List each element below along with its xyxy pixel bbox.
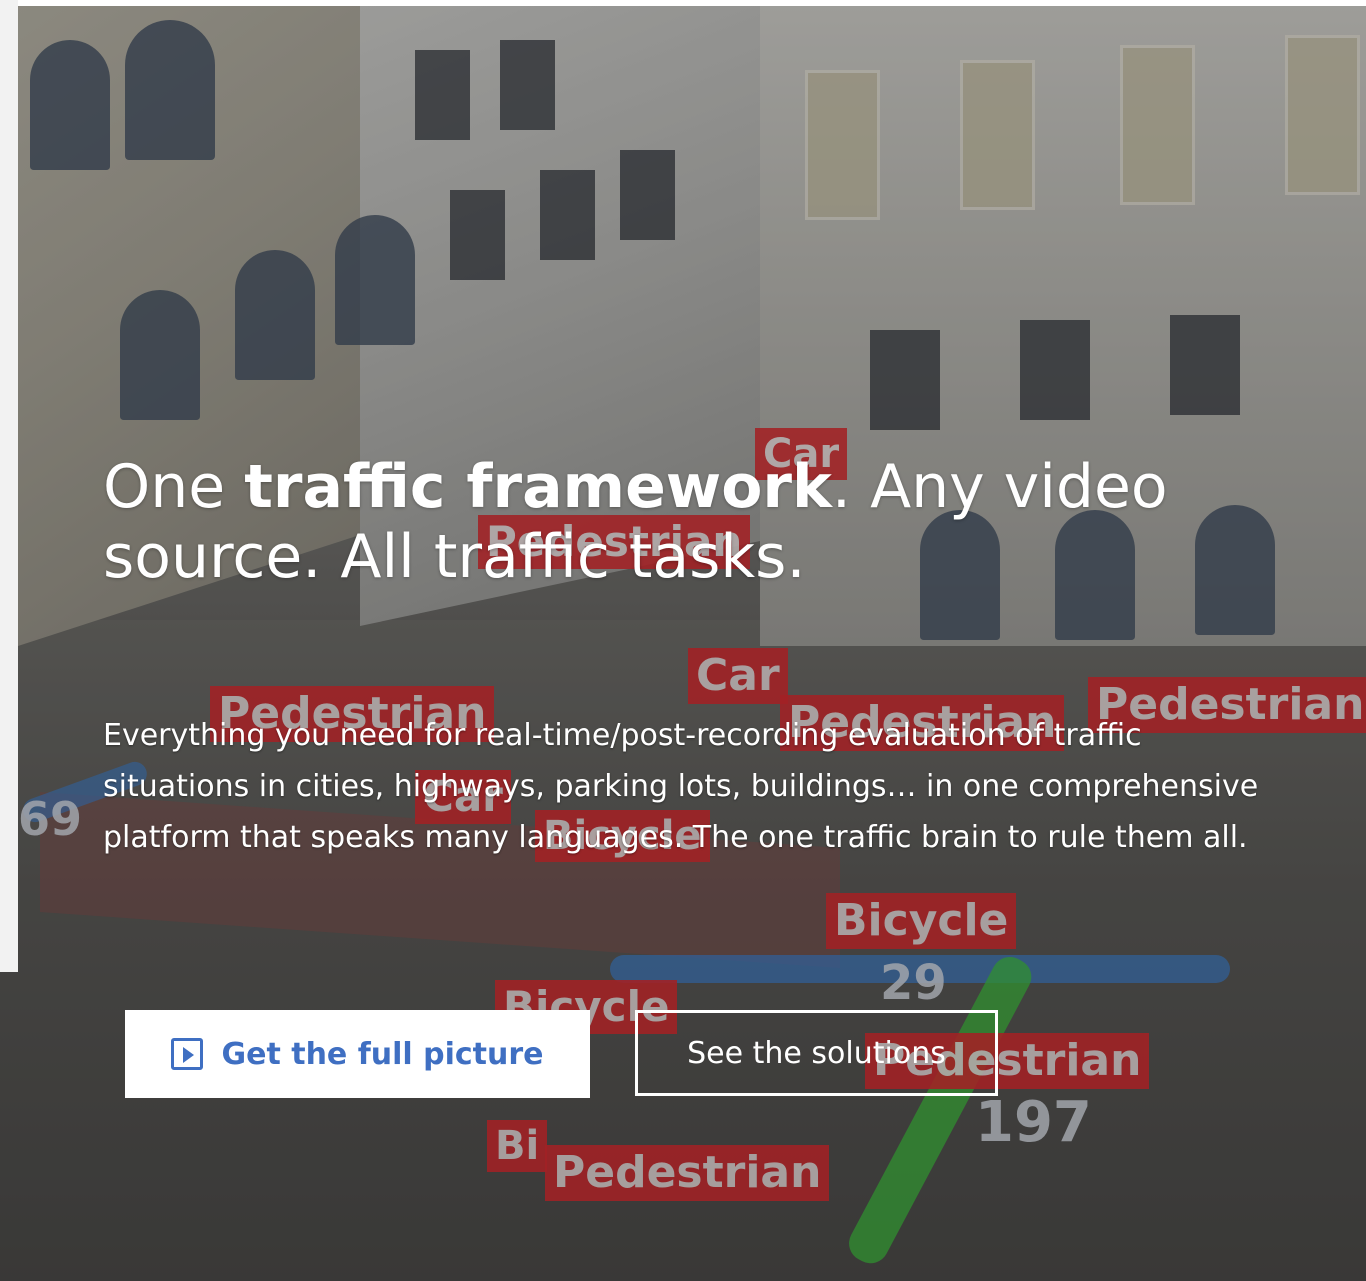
top-edge <box>0 0 1366 6</box>
button-label: Get the full picture <box>221 1036 544 1072</box>
hero-section: Car Pedestrian Car Pedestrian Pedestrian… <box>0 0 1366 1281</box>
left-edge <box>0 0 18 972</box>
play-square-icon <box>171 1038 204 1070</box>
get-full-picture-button[interactable]: Get the full picture <box>125 1010 590 1098</box>
hero-description: Everything you need for real-time/post-r… <box>103 718 1259 855</box>
headline-bold-text: traffic framework <box>244 452 832 522</box>
see-solutions-button[interactable]: See the solutions <box>635 1010 998 1096</box>
button-label: See the solutions <box>687 1035 946 1071</box>
hero-headline: One traffic framework. Any video source.… <box>103 452 1303 592</box>
headline-text: One <box>103 452 245 522</box>
